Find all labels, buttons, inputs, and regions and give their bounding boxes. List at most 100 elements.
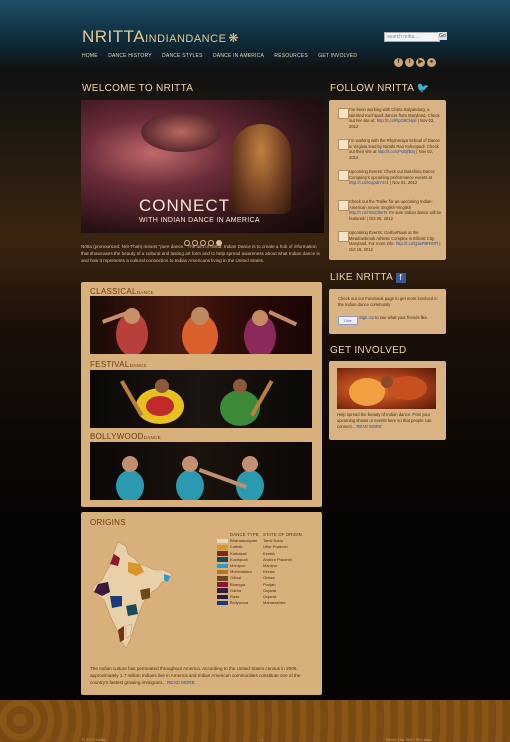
classical-image[interactable] xyxy=(90,296,312,354)
tweet-text: I'm working with the Rhythmaya School of… xyxy=(349,138,440,160)
get-involved-heading: GET INVOLVED xyxy=(330,345,407,356)
legend-swatch xyxy=(217,557,228,562)
facebook-like-button[interactable]: Like xyxy=(338,316,358,325)
facebook-text: Check out our Facebook page to get more … xyxy=(338,296,438,307)
tweet-avatar-icon xyxy=(338,139,349,150)
search-go-button[interactable]: Go xyxy=(438,32,447,40)
slide-image-hands xyxy=(141,112,221,152)
tweet-link[interactable]: http://t.co/RpO8Cl4jsI xyxy=(377,118,417,123)
logo-end-text: DANCE xyxy=(185,33,227,45)
tweet-item: Upcoming Events: GarbarRaas at the Meado… xyxy=(338,230,442,252)
legend-state: Manipur xyxy=(263,562,278,568)
tweet-text: I've been working with Chitra Kalyandurg… xyxy=(349,107,440,129)
tweet-avatar-icon xyxy=(338,200,349,211)
nav-dance-in-america[interactable]: DANCE IN AMERICA xyxy=(213,53,264,59)
legend-swatch xyxy=(217,569,228,575)
facebook-icon[interactable]: f xyxy=(394,58,403,67)
tweet-text: Upcoming Events: GarbarRaas at the Meado… xyxy=(349,230,441,252)
tweet-item: I'm working with the Rhythmaya School of… xyxy=(338,138,442,160)
legend-state: Kerala xyxy=(263,569,275,575)
legend-state: Gujarat xyxy=(263,593,277,599)
slide-title: CONNECT xyxy=(139,196,231,215)
tweet-item: Upcoming Events: Check out Dakshina Danc… xyxy=(338,169,442,186)
legend-swatch xyxy=(217,588,228,593)
footer-copyright: © 2012 Nritta xyxy=(82,737,106,742)
social-links: f t ▶ ● xyxy=(394,50,438,68)
tweet-date: Nov 01, 2012 xyxy=(392,180,418,186)
legend-state: Andhra Pradesh xyxy=(263,556,292,562)
tweet-link[interactable]: http://t.co/rrMiCl9nTs xyxy=(349,210,387,215)
bollywood-title[interactable]: BOLLYWOODDANCE xyxy=(90,432,161,441)
origins-title: ORIGINS xyxy=(90,518,126,527)
origins-legend: DANCE TYPE STATE OF ORIGIN Bharatanatyam T… xyxy=(217,532,302,606)
legend-rows: Bharatanatyam Tamil Nadu Kathak Uttar Prade… xyxy=(217,538,302,606)
slide-image-dancer xyxy=(231,124,291,214)
get-involved-text: Help spread the beauty of Indian dance. … xyxy=(337,412,432,429)
nav-get-involved[interactable]: GET INVOLVED xyxy=(318,53,357,59)
origins-read-more-link[interactable]: READ MORE xyxy=(167,680,195,685)
legend-swatch xyxy=(217,538,228,544)
origins-text: The Indian culture has permeated through… xyxy=(90,666,301,685)
hero-slider[interactable]: CONNECT WITH INDIAN DANCE IN AMERICA xyxy=(81,100,324,233)
legend-swatch xyxy=(217,563,228,569)
legend-row: Bollywood Maharashtra xyxy=(217,600,302,606)
legend-swatch xyxy=(217,545,228,550)
slide-subtitle: WITH INDIAN DANCE IN AMERICA xyxy=(139,217,260,224)
festival-image[interactable] xyxy=(90,370,312,428)
get-involved-read-more-link[interactable]: READ MORE xyxy=(356,424,381,429)
legend-state: Orissa xyxy=(263,575,275,581)
search-input[interactable]: search nritta ... xyxy=(384,32,440,42)
follow-heading: FOLLOW NRITTA 🐦 xyxy=(330,83,430,94)
legend-state: Uttar Pradesh xyxy=(263,544,288,550)
footer-links[interactable]: About The Site | Site Map xyxy=(386,737,431,742)
lotus-icon: ❋ xyxy=(228,31,239,45)
tweet-text: Check out the Trailer for an upcoming In… xyxy=(349,199,442,221)
legend-dance-type: Bollywood xyxy=(230,600,249,606)
region-maharashtra xyxy=(110,596,122,608)
nav-dance-history[interactable]: DANCE HISTORY xyxy=(108,53,152,59)
logo-main-text: NRITTA xyxy=(82,27,146,46)
tweet-avatar-icon xyxy=(338,108,349,119)
twitter-bird-icon: 🐦 xyxy=(416,83,430,94)
region-andhra-pradesh xyxy=(126,604,138,616)
flickr-icon[interactable]: ● xyxy=(427,58,436,67)
tweet-link[interactable]: http://t.co/KupsbY4z1 xyxy=(349,180,389,185)
tweet-link[interactable]: http://t.co/QacFBRs0Tl xyxy=(396,241,438,246)
facebook-signup: Sign Up to see what your friends like. xyxy=(359,315,429,320)
logo-mid-text: INDIAN xyxy=(145,33,186,45)
welcome-heading: WELCOME TO NRITTA xyxy=(82,83,194,94)
tweet-item: I've been working with Chitra Kalyandurg… xyxy=(338,107,442,129)
nav-home[interactable]: HOME xyxy=(82,53,98,59)
legend-state: Tamil Nadu xyxy=(263,538,284,544)
legend-swatch xyxy=(217,551,228,556)
facebook-signup-link[interactable]: Sign Up xyxy=(359,315,374,320)
legend-swatch xyxy=(217,600,228,606)
tweet-date: Oct 19, 2012 xyxy=(349,246,373,252)
facebook-logo-icon: f xyxy=(395,273,406,283)
legend-state: Punjab xyxy=(263,581,276,587)
footer: © 2012 Nritta 1 About The Site | Site Ma… xyxy=(0,700,510,742)
legend-state: Maharashtra xyxy=(263,600,286,606)
like-heading: LIKE NRITTA f xyxy=(330,272,406,283)
footer-page-number: 1 xyxy=(261,737,264,742)
legend-state: Gujarat xyxy=(263,587,277,593)
tweet-avatar-icon xyxy=(338,231,349,242)
festival-title[interactable]: FESTIVALDANCE xyxy=(90,360,147,369)
site-logo[interactable]: NRITTAINDIANDANCE ❋ xyxy=(82,27,239,47)
bollywood-image[interactable] xyxy=(90,442,312,500)
get-involved-image[interactable] xyxy=(337,368,436,409)
nav-dance-styles[interactable]: DANCE STYLES xyxy=(162,53,202,59)
page: NRITTAINDIANDANCE ❋ search nritta ... Go … xyxy=(0,0,510,742)
youtube-icon[interactable]: ▶ xyxy=(416,58,425,67)
legend-swatch xyxy=(217,576,228,581)
tweet-text: Upcoming Events: Check out Dakshina Danc… xyxy=(349,169,435,186)
tweet-item: Check out the Trailer for an upcoming In… xyxy=(338,199,442,221)
twitter-icon[interactable]: t xyxy=(405,58,414,67)
main-nav: HOME DANCE HISTORY DANCE STYLES DANCE IN… xyxy=(82,53,366,59)
classical-title[interactable]: CLASSICALDANCE xyxy=(90,287,154,296)
tweet-link[interactable]: http://t.co/cPct0jfBSj xyxy=(378,149,415,154)
nav-resources[interactable]: RESOURCES xyxy=(274,53,307,59)
intro-text: Nritta (pronounced: Nrit-Thah) means "pu… xyxy=(81,244,320,263)
india-map xyxy=(91,541,173,649)
tweet-avatar-icon xyxy=(338,170,349,181)
